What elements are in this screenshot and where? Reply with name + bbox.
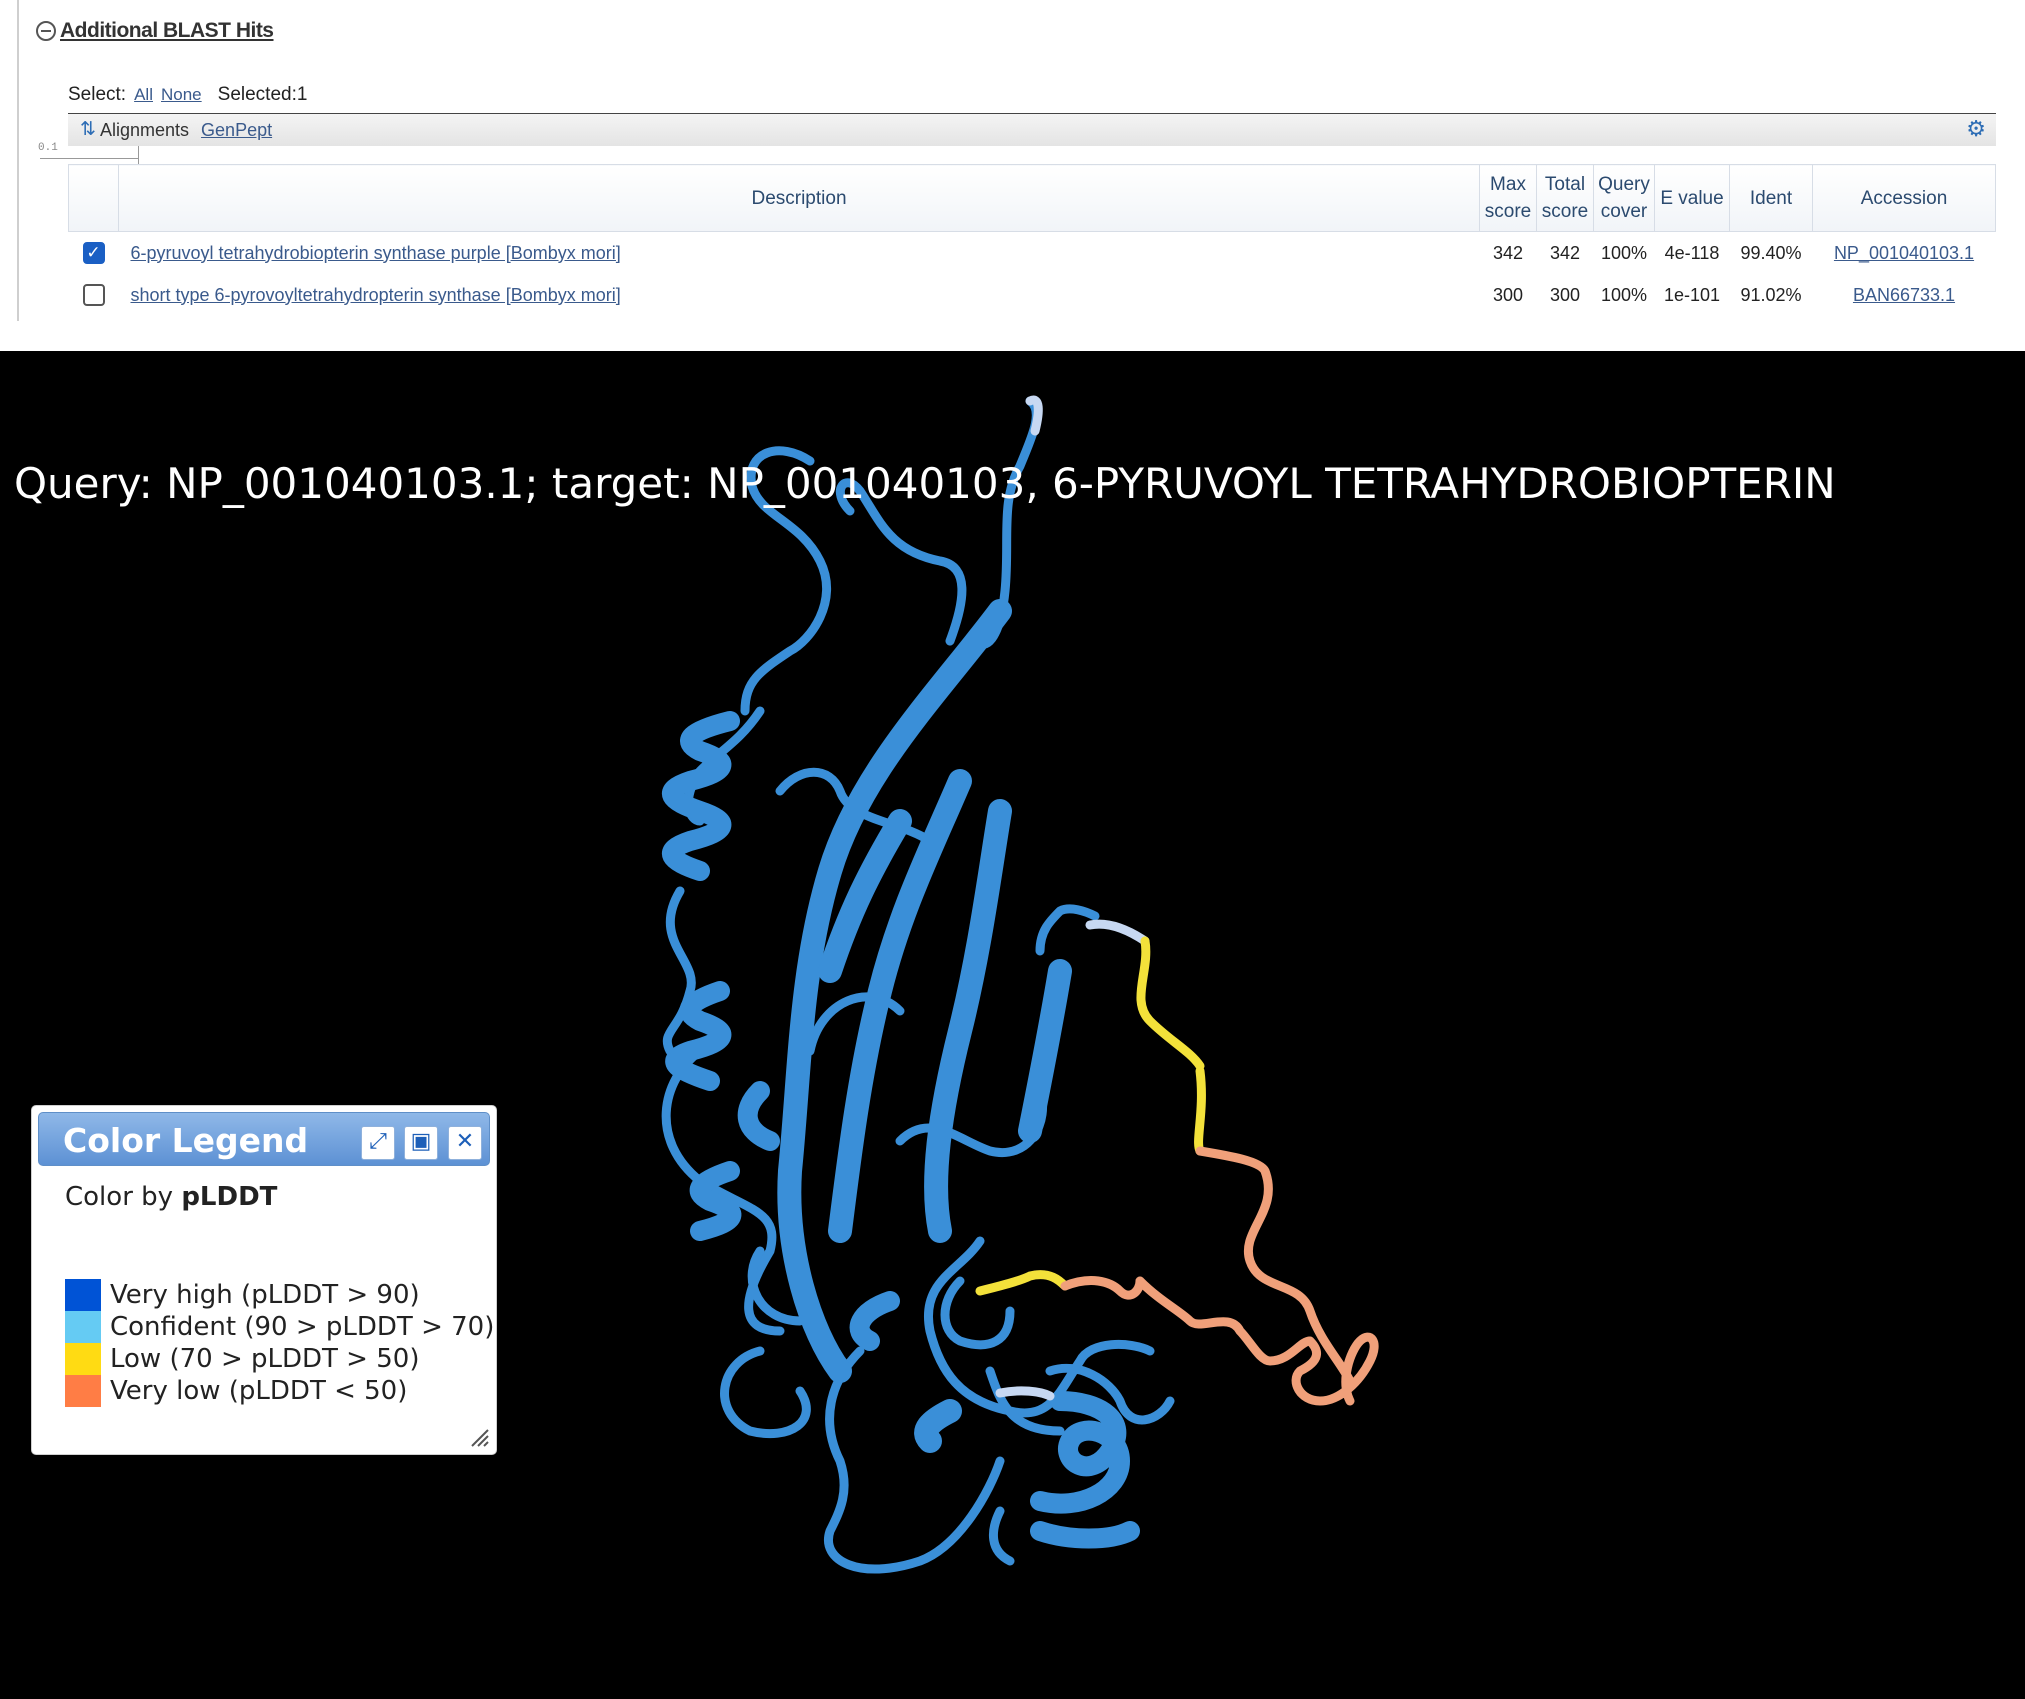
legend-item-low: Low (70 > pLDDT > 50) xyxy=(65,1343,419,1375)
query-cover-cell: 100% xyxy=(1600,284,1648,305)
protein-structure-cartoon[interactable] xyxy=(0,351,2025,1699)
e-value-cell: 4e-118 xyxy=(1664,242,1720,263)
description-link[interactable]: short type 6-pyrovoyltetrahydropterin sy… xyxy=(131,285,621,305)
legend-subtitle-prefix: Color by xyxy=(65,1182,174,1212)
legend-swatch xyxy=(65,1279,101,1311)
legend-label: Very high (pLDDT > 90) xyxy=(110,1280,420,1310)
legend-swatch xyxy=(65,1375,101,1407)
legend-item-confident: Confident (90 > pLDDT > 70) xyxy=(65,1311,494,1343)
header-total-score[interactable]: Total score xyxy=(1536,164,1594,232)
left-border xyxy=(17,0,19,321)
accession-link[interactable]: NP_001040103.1 xyxy=(1834,243,1974,263)
legend-title: Color Legend xyxy=(63,1121,309,1160)
expand-icon[interactable]: ⤢ xyxy=(361,1126,395,1160)
description-cell: 6-pyruvoyl tetrahydrobiopterin synthase … xyxy=(119,232,1480,275)
select-none-link[interactable]: None xyxy=(161,85,202,105)
results-toolbar: Alignments GenPept ⚙ xyxy=(68,113,1996,146)
header-accession[interactable]: Accession xyxy=(1812,164,1996,232)
legend-item-very-high: Very high (pLDDT > 90) xyxy=(65,1279,420,1311)
alignments-button[interactable]: Alignments xyxy=(100,120,189,141)
scale-tick-label: 0.1 xyxy=(38,142,58,154)
row-select-cell: ✓ xyxy=(69,232,119,275)
header-max-score[interactable]: Max score xyxy=(1479,164,1537,232)
legend-label: Confident (90 > pLDDT > 70) xyxy=(110,1312,495,1342)
blast-results-panel: Additional BLAST Hits Select: All None S… xyxy=(0,0,2025,321)
header-description[interactable]: Description xyxy=(118,164,1480,232)
legend-header[interactable]: Color Legend ⤢ ▣ ✕ xyxy=(38,1112,490,1166)
description-link[interactable]: 6-pyruvoyl tetrahydrobiopterin synthase … xyxy=(131,243,621,263)
gear-icon[interactable]: ⚙ xyxy=(1966,119,1986,141)
header-e-value[interactable]: E value xyxy=(1654,164,1730,232)
resize-grip-icon[interactable] xyxy=(468,1426,490,1448)
accession-cell: NP_001040103.1 xyxy=(1813,232,1996,275)
collapse-minus-icon[interactable] xyxy=(36,21,56,41)
ident-cell: 99.40% xyxy=(1740,242,1802,263)
row-select-cell xyxy=(69,274,119,316)
row-checkbox[interactable] xyxy=(82,284,105,306)
legend-swatch xyxy=(65,1343,101,1375)
legend-item-very-low: Very low (pLDDT < 50) xyxy=(65,1375,407,1407)
select-bar: Select: All None Selected:1 xyxy=(68,82,307,108)
legend-subtitle-metric: pLDDT xyxy=(181,1182,278,1212)
max-score-cell: 300 xyxy=(1492,284,1524,305)
alignments-icon[interactable] xyxy=(80,118,96,141)
table-header-row: Description Max score Total score Query cov… xyxy=(68,164,1996,232)
ident-cell: 91.02% xyxy=(1740,284,1802,305)
section-header[interactable]: Additional BLAST Hits xyxy=(36,16,274,46)
legend-subtitle: Color by pLDDT xyxy=(65,1182,277,1212)
accession-link[interactable]: BAN66733.1 xyxy=(1853,285,1955,305)
select-label: Select: xyxy=(68,84,127,105)
table-row: short type 6-pyrovoyltetrahydropterin sy… xyxy=(69,274,1996,316)
genpept-link[interactable]: GenPept xyxy=(201,120,272,141)
max-score-cell: 342 xyxy=(1492,242,1524,263)
save-icon[interactable]: ▣ xyxy=(404,1126,438,1160)
section-title[interactable]: Additional BLAST Hits xyxy=(60,19,274,43)
description-cell: short type 6-pyrovoyltetrahydropterin sy… xyxy=(119,274,1480,316)
select-all-link[interactable]: All xyxy=(134,85,153,105)
accession-cell: BAN66733.1 xyxy=(1813,274,1996,316)
structure-viewer[interactable]: Query: NP_001040103.1; target: NP_001040… xyxy=(0,351,2025,1699)
table-row: ✓ 6-pyruvoyl tetrahydrobiopterin synthas… xyxy=(69,232,1996,275)
total-score-cell: 342 xyxy=(1549,242,1581,263)
scale-line xyxy=(40,158,138,159)
header-select xyxy=(68,164,119,232)
row-checkbox[interactable]: ✓ xyxy=(82,242,105,264)
header-ident[interactable]: Ident xyxy=(1729,164,1813,232)
e-value-cell: 1e-101 xyxy=(1663,284,1721,305)
legend-label: Very low (pLDDT < 50) xyxy=(110,1376,408,1406)
total-score-cell: 300 xyxy=(1549,284,1581,305)
legend-label: Low (70 > pLDDT > 50) xyxy=(110,1344,420,1374)
viewer-title: Query: NP_001040103.1; target: NP_001040… xyxy=(14,459,1836,508)
header-query-cover[interactable]: Query cover xyxy=(1593,164,1655,232)
query-cover-cell: 100% xyxy=(1600,242,1648,263)
selected-count: Selected:1 xyxy=(217,84,308,105)
close-icon[interactable]: ✕ xyxy=(448,1126,482,1160)
color-legend[interactable]: Color Legend ⤢ ▣ ✕ Color by pLDDT Very h… xyxy=(31,1105,497,1455)
legend-swatch xyxy=(65,1311,101,1343)
hits-table: Description Max score Total score Query cov… xyxy=(68,164,1996,316)
